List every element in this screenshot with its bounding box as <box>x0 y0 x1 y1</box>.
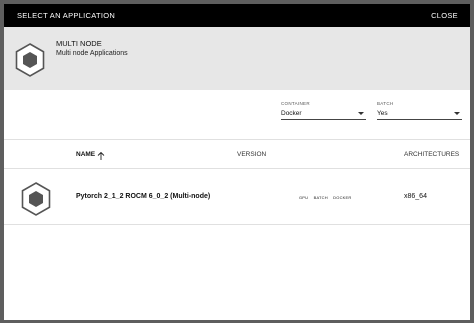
hexagon-app-icon <box>21 182 51 216</box>
hexagon-app-icon <box>15 43 45 77</box>
category-name: MULTI NODE <box>56 39 102 48</box>
chevron-down-icon <box>358 112 364 115</box>
batch-filter-label: BATCH <box>377 101 394 106</box>
container-filter-label: CONTAINER <box>281 101 310 106</box>
application-tags: GPU BATCH DOCKER <box>299 195 356 200</box>
arrow-up-icon[interactable] <box>97 148 105 160</box>
category-header: MULTI NODE Multi node Applications <box>4 27 470 90</box>
batch-select[interactable]: Yes <box>377 109 462 120</box>
column-header-name[interactable]: NAME <box>76 151 95 158</box>
category-description: Multi node Applications <box>56 50 128 57</box>
tag-batch: BATCH <box>313 195 328 200</box>
chevron-down-icon <box>454 112 460 115</box>
application-architecture: x86_64 <box>404 193 427 200</box>
batch-select-value: Yes <box>377 110 388 117</box>
column-header-version[interactable]: VERSION <box>237 151 266 158</box>
dialog-title: SELECT AN APPLICATION <box>17 11 116 20</box>
container-select[interactable]: Docker <box>281 109 366 120</box>
dialog-titlebar: SELECT AN APPLICATION CLOSE <box>4 4 470 27</box>
table-row[interactable]: Pytorch 2_1_2 ROCM 6_0_2 (Multi-node) GP… <box>4 170 470 225</box>
tag-gpu: GPU <box>299 195 309 200</box>
container-select-value: Docker <box>281 110 302 117</box>
select-application-dialog: SELECT AN APPLICATION CLOSE MULTI NODE M… <box>4 4 470 320</box>
column-header-architectures[interactable]: ARCHITECTURES <box>404 151 459 158</box>
batch-filter: BATCH Yes <box>377 101 462 120</box>
container-filter: CONTAINER Docker <box>281 101 366 120</box>
table-header: NAME VERSION ARCHITECTURES <box>4 141 470 169</box>
tag-docker: DOCKER <box>333 195 352 200</box>
filters-bar: CONTAINER Docker BATCH Yes <box>4 90 470 140</box>
application-name: Pytorch 2_1_2 ROCM 6_0_2 (Multi-node) <box>76 193 211 200</box>
close-button[interactable]: CLOSE <box>431 11 458 20</box>
